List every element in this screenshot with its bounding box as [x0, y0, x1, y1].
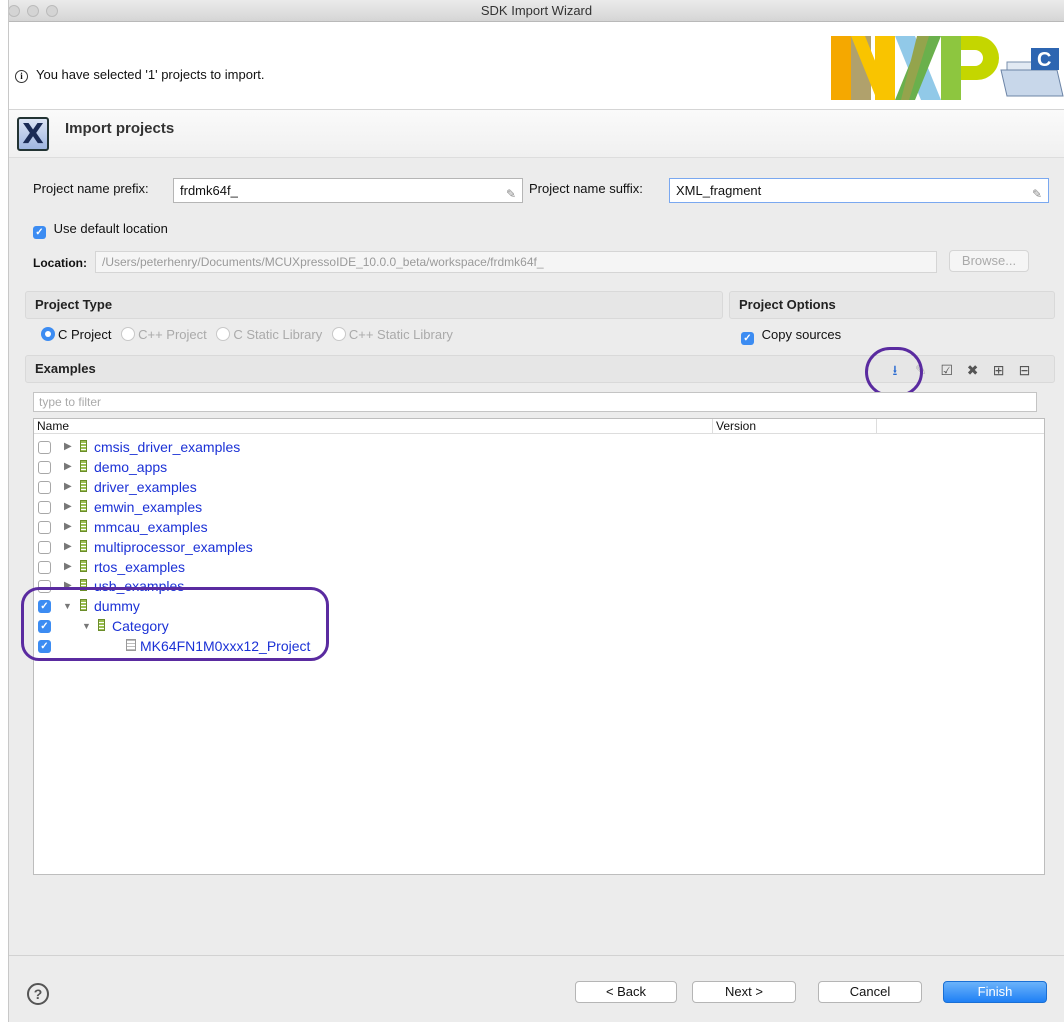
tree-row-label: rtos_examples	[94, 559, 186, 575]
close-window-button[interactable]	[9, 5, 20, 17]
collapse-all-icon[interactable]: ⊟	[1013, 362, 1035, 379]
radio-cpp-project-label: C++ Project	[138, 327, 207, 342]
minimize-window-button[interactable]	[27, 5, 39, 17]
highlight-ring-selection	[21, 587, 329, 661]
tree-row-label: cmsis_driver_examples	[94, 439, 241, 455]
tree-row-label: driver_examples	[94, 479, 197, 495]
project-options-title: Project Options	[739, 297, 836, 312]
use-default-location-checkbox[interactable]: ✓ Use default location	[33, 221, 168, 239]
package-icon	[80, 520, 87, 532]
help-icon[interactable]: ?	[27, 983, 49, 1005]
row-checkbox[interactable]	[38, 441, 51, 454]
radio-unselected-icon	[121, 327, 136, 341]
info-message-text: You have selected '1' projects to import…	[36, 67, 265, 82]
expand-arrow-icon[interactable]: ▶	[64, 457, 72, 477]
finish-button[interactable]: Finish	[943, 981, 1047, 1003]
filter-input-placeholder: type to filter	[39, 395, 102, 409]
expand-arrow-icon[interactable]: ▶	[64, 537, 72, 557]
svg-text:C: C	[1037, 49, 1051, 71]
project-type-title: Project Type	[35, 297, 113, 312]
expand-arrow-icon[interactable]: ▶	[64, 517, 72, 537]
suffix-input[interactable]: XML_fragment ✎	[669, 178, 1049, 203]
tree-row-label: demo_apps	[94, 459, 168, 475]
row-checkbox[interactable]	[38, 521, 51, 534]
row-checkbox[interactable]	[38, 561, 51, 574]
page-title: Import projects	[65, 120, 175, 137]
clear-selection-icon[interactable]: ✖	[962, 362, 984, 379]
suffix-label: Project name suffix:	[529, 181, 643, 196]
suffix-input-value: XML_fragment	[676, 183, 762, 198]
select-all-icon[interactable]: ☑	[936, 362, 958, 379]
radio-cpp-static-library-label: C++ Static Library	[348, 327, 453, 342]
package-icon	[80, 560, 87, 572]
tree-row-label: emwin_examples	[94, 499, 203, 515]
radio-selected-icon	[41, 327, 55, 341]
radio-c-project[interactable]: C Project	[41, 327, 111, 342]
nxp-logo: C	[831, 36, 1064, 100]
project-type-section: Project Type	[25, 291, 723, 319]
row-checkbox[interactable]	[38, 481, 51, 494]
info-icon: i	[15, 70, 28, 83]
highlight-ring-toolbar	[865, 347, 923, 397]
radio-unselected-icon	[216, 327, 231, 341]
info-message: i You have selected '1' projects to impor…	[15, 67, 265, 83]
package-icon	[80, 500, 87, 512]
banner	[125, 110, 1064, 158]
radio-c-static-library-label: C Static Library	[233, 327, 323, 342]
checkbox-checked-icon: ✓	[741, 332, 754, 345]
prefix-input-value: frdmk64f_	[180, 183, 238, 198]
column-version-header[interactable]: Version	[712, 419, 877, 433]
package-icon	[80, 480, 87, 492]
expand-arrow-icon[interactable]: ▶	[64, 557, 72, 577]
expand-arrow-icon[interactable]: ▶	[64, 437, 72, 457]
examples-title: Examples	[35, 361, 96, 376]
location-input[interactable]: /Users/peterhenry/Documents/MCUXpressoID…	[95, 251, 937, 273]
project-type-radios: C Project C++ Project C Static Library C…	[41, 327, 459, 342]
package-icon	[80, 540, 87, 552]
prefix-label: Project name prefix:	[33, 181, 149, 196]
clear-suffix-icon[interactable]: ✎	[1032, 183, 1042, 206]
tree-row-label: multiprocessor_examples	[94, 539, 253, 555]
filter-input[interactable]: type to filter	[33, 392, 1037, 412]
import-wizard-icon: X	[17, 117, 49, 151]
package-icon	[80, 440, 87, 452]
copy-sources-label: Copy sources	[761, 327, 842, 342]
title-bar: SDK Import Wizard	[9, 0, 1064, 22]
prefix-input[interactable]: frdmk64f_ ✎	[173, 178, 523, 203]
checkbox-checked-icon: ✓	[33, 226, 46, 239]
window-title: SDK Import Wizard	[480, 3, 593, 18]
radio-c-project-label: C Project	[58, 327, 112, 342]
expand-arrow-icon[interactable]: ▶	[64, 477, 72, 497]
package-icon	[80, 460, 87, 472]
use-default-location-label: Use default location	[53, 221, 168, 236]
expand-all-icon[interactable]: ⊞	[988, 362, 1010, 379]
copy-sources-checkbox[interactable]: ✓ Copy sources	[741, 327, 841, 345]
clear-prefix-icon[interactable]: ✎	[506, 183, 516, 206]
row-checkbox[interactable]	[38, 501, 51, 514]
radio-unselected-icon	[331, 327, 346, 341]
browse-button[interactable]: Browse...	[949, 250, 1029, 272]
cancel-button[interactable]: Cancel	[818, 981, 922, 1003]
location-label: Location:	[33, 256, 87, 270]
radio-cpp-project[interactable]: C++ Project	[121, 327, 207, 342]
wizard-window: SDK Import Wizard i You have selected '1'…	[8, 0, 1064, 1022]
zoom-window-button[interactable]	[46, 5, 58, 17]
tree-row-label: mmcau_examples	[94, 519, 208, 535]
next-button[interactable]: Next >	[692, 981, 796, 1003]
radio-c-static-library[interactable]: C Static Library	[216, 327, 322, 342]
row-checkbox[interactable]	[38, 461, 51, 474]
expand-arrow-icon[interactable]: ▶	[64, 497, 72, 517]
project-options-section: Project Options	[729, 291, 1055, 319]
row-checkbox[interactable]	[38, 541, 51, 554]
back-button[interactable]: < Back	[575, 981, 677, 1003]
radio-cpp-static-library[interactable]: C++ Static Library	[331, 327, 453, 342]
location-input-value: /Users/peterhenry/Documents/MCUXpressoID…	[102, 255, 544, 269]
column-name-header[interactable]: Name	[37, 419, 69, 433]
tree-header: Name Version	[34, 419, 1044, 434]
